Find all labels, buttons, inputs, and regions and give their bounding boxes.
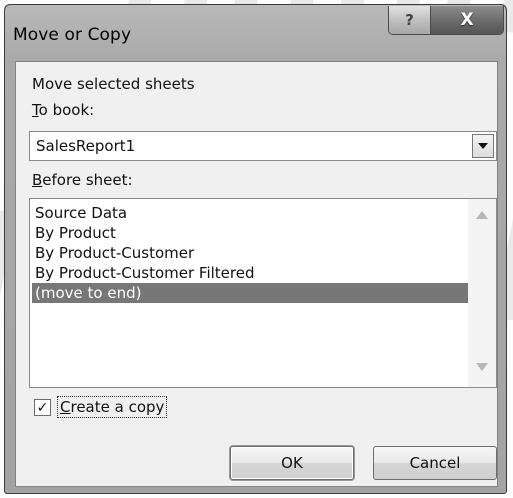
dialog-title: Move or Copy — [13, 25, 132, 45]
list-item-selected[interactable]: (move to end) — [32, 283, 478, 303]
before-sheet-accelerator: B — [32, 171, 43, 189]
to-book-accelerator: T — [32, 101, 39, 119]
list-item[interactable]: By Product-Customer — [32, 243, 478, 263]
screenshot-canvas: ППППП ППППП Move or Copy ? X Move select… — [0, 0, 513, 498]
dropdown-button[interactable] — [472, 134, 494, 158]
help-icon: ? — [405, 11, 414, 29]
before-sheet-label-text: efore sheet: — [42, 171, 133, 189]
chevron-down-icon — [478, 143, 488, 149]
create-copy-accelerator: C — [60, 398, 71, 416]
create-copy-checkbox[interactable]: ✓ — [34, 399, 51, 416]
scroll-up-arrow-icon[interactable] — [476, 211, 488, 219]
to-book-dropdown[interactable]: SalesReport1 — [29, 131, 497, 161]
close-icon: X — [460, 10, 474, 30]
list-item[interactable]: Source Data — [32, 203, 478, 223]
instruction-text: Move selected sheets — [32, 75, 195, 93]
list-scrollbar[interactable] — [468, 199, 496, 387]
close-button[interactable]: X — [431, 6, 503, 34]
help-button[interactable]: ? — [389, 6, 431, 34]
list-item[interactable]: By Product — [32, 223, 478, 243]
scroll-down-arrow-icon[interactable] — [476, 363, 488, 371]
ok-button[interactable]: OK — [230, 446, 354, 480]
create-copy-label-text: reate a copy — [70, 398, 165, 416]
before-sheet-label: Before sheet: — [32, 171, 133, 189]
caption-buttons: ? X — [388, 6, 504, 35]
to-book-selected-value: SalesReport1 — [36, 137, 136, 155]
checkmark-icon: ✓ — [36, 399, 49, 416]
before-sheet-list[interactable]: Source Data By Product By Product-Custom… — [29, 198, 497, 388]
create-copy-label[interactable]: Create a copy — [57, 396, 168, 418]
to-book-label: To book: — [32, 101, 94, 119]
cancel-button[interactable]: Cancel — [373, 446, 497, 480]
list-item[interactable]: By Product-Customer Filtered — [32, 263, 478, 283]
to-book-label-text: o book: — [38, 101, 95, 119]
